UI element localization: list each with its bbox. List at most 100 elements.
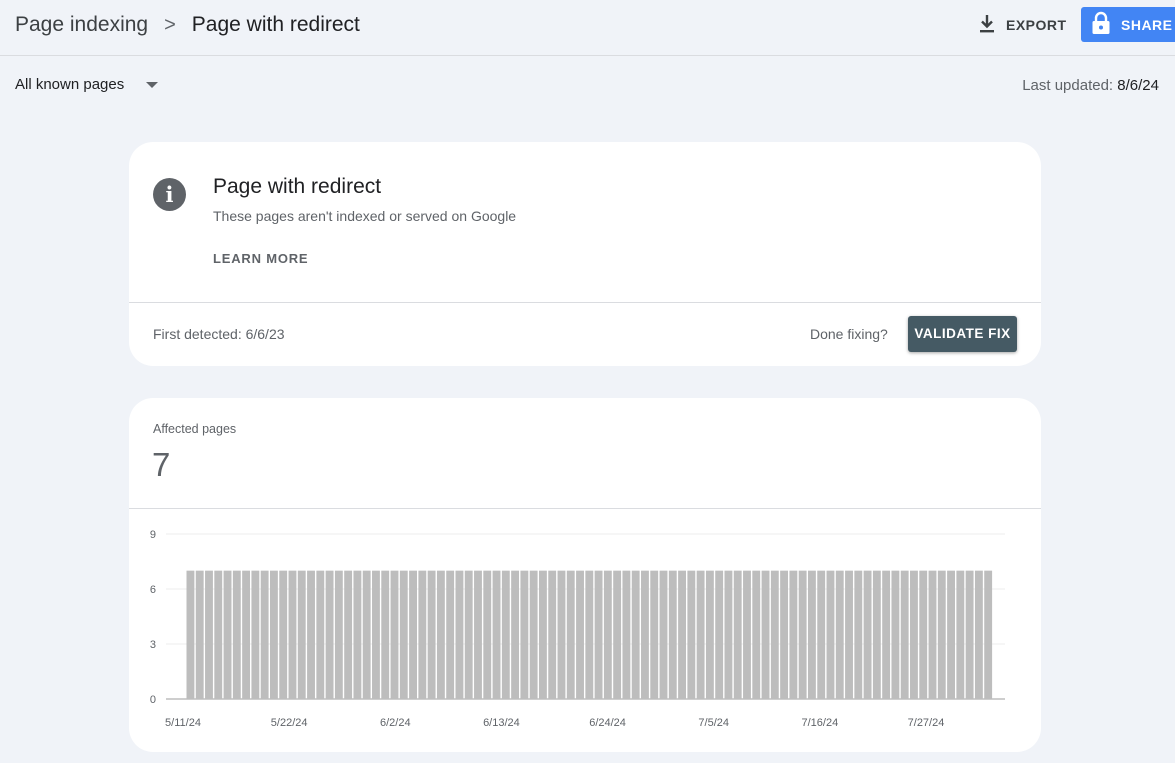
export-button[interactable]: EXPORT <box>978 12 1067 38</box>
affected-pages-chart: 0 3 6 9 5/11/24 5/22/24 6/2/24 6/13/24 6/24/24 7/… <box>150 529 1005 729</box>
bar <box>205 570 213 699</box>
bar <box>752 570 761 699</box>
bar <box>520 570 529 699</box>
bar <box>854 570 863 699</box>
bar <box>538 570 547 699</box>
y-tick-label: 0 <box>150 694 156 706</box>
x-tick-label: 6/2/24 <box>380 717 411 729</box>
bar <box>548 570 557 699</box>
bar <box>557 570 566 699</box>
bar <box>928 570 937 699</box>
y-tick-label: 9 <box>150 529 156 541</box>
bar <box>696 570 705 699</box>
last-updated: Last updated: 8/6/24 <box>1022 77 1159 94</box>
bar <box>399 570 408 699</box>
page-title: Page with redirect <box>191 13 360 36</box>
validate-fix-button[interactable]: VALIDATE FIX <box>908 316 1017 352</box>
bar <box>780 570 789 699</box>
bar <box>483 570 492 699</box>
bar <box>529 570 538 699</box>
bar <box>733 570 742 699</box>
done-fixing-text: Done fixing? <box>810 326 888 342</box>
bar <box>668 570 677 699</box>
bar <box>464 570 473 699</box>
bar <box>232 570 241 699</box>
bar <box>603 570 612 699</box>
bar <box>965 570 974 699</box>
bar <box>826 570 835 699</box>
share-label: SHARE <box>1121 16 1173 33</box>
top-bar: Page indexing > Page with redirect EXPOR… <box>0 0 1175 56</box>
share-button[interactable]: SHARE <box>1081 7 1175 42</box>
bar <box>362 570 371 699</box>
bar <box>325 570 334 699</box>
bar <box>984 570 993 699</box>
first-detected-text: First detected: 6/6/23 <box>153 326 285 342</box>
issue-title: Page with redirect <box>213 175 382 198</box>
x-tick-label: 7/16/24 <box>802 717 839 729</box>
last-updated-label: Last updated: <box>1022 77 1114 94</box>
bar <box>687 570 696 699</box>
bar <box>770 570 779 699</box>
bar <box>474 570 482 699</box>
bar <box>650 570 659 699</box>
bar <box>882 570 891 699</box>
download-icon <box>978 14 1006 37</box>
bar <box>251 570 260 699</box>
bar <box>436 570 445 699</box>
bar <box>214 570 223 699</box>
bar <box>455 570 464 699</box>
bar <box>566 570 575 699</box>
x-tick-label: 5/11/24 <box>165 717 201 729</box>
bar <box>334 570 343 699</box>
bar <box>223 570 232 699</box>
bar <box>631 570 640 699</box>
bar <box>344 570 353 699</box>
y-tick-label: 6 <box>150 584 156 596</box>
bar <box>678 570 686 699</box>
bar <box>947 570 955 699</box>
info-icon: i <box>153 178 186 211</box>
bar <box>900 570 909 699</box>
bar <box>242 570 251 699</box>
bar <box>418 570 427 699</box>
bar <box>279 570 288 699</box>
bar <box>585 570 594 699</box>
bar <box>390 570 399 699</box>
bar <box>427 570 436 699</box>
bar <box>576 570 584 699</box>
y-tick-label: 3 <box>150 639 156 651</box>
bar <box>641 570 649 699</box>
breadcrumb-page-indexing[interactable]: Page indexing <box>15 13 148 37</box>
bar <box>372 570 380 699</box>
x-tick-label: 7/27/24 <box>908 717 945 729</box>
learn-more-link[interactable]: LEARN MORE <box>213 251 308 266</box>
x-tick-label: 6/13/24 <box>483 717 520 729</box>
affected-pages-card: Affected pages 7 0 3 6 9 5/11/24 5/22/24 6/2/2… <box>129 398 1041 752</box>
affected-pages-label: Affected pages <box>153 422 237 436</box>
bar <box>789 570 798 699</box>
page-filter-dropdown[interactable]: All known pages <box>15 76 159 93</box>
bar <box>381 570 390 699</box>
chevron-right-icon: > <box>164 13 176 36</box>
lock-icon <box>1091 11 1121 38</box>
affected-pages-count: 7 <box>152 446 171 483</box>
divider <box>129 302 1041 303</box>
bar <box>724 570 733 699</box>
page-filter-value: All known pages <box>15 76 125 93</box>
bar <box>845 570 853 699</box>
bar <box>594 570 603 699</box>
bar <box>613 570 622 699</box>
bar <box>715 570 724 699</box>
bar <box>409 570 417 699</box>
bar <box>817 570 826 699</box>
bar <box>743 570 751 699</box>
bar <box>288 570 297 699</box>
x-tick-label: 7/5/24 <box>698 717 729 729</box>
bar <box>195 570 204 699</box>
bar <box>910 570 918 699</box>
bar <box>622 570 631 699</box>
bar <box>260 570 269 699</box>
bar <box>863 570 872 699</box>
bar <box>269 570 278 699</box>
